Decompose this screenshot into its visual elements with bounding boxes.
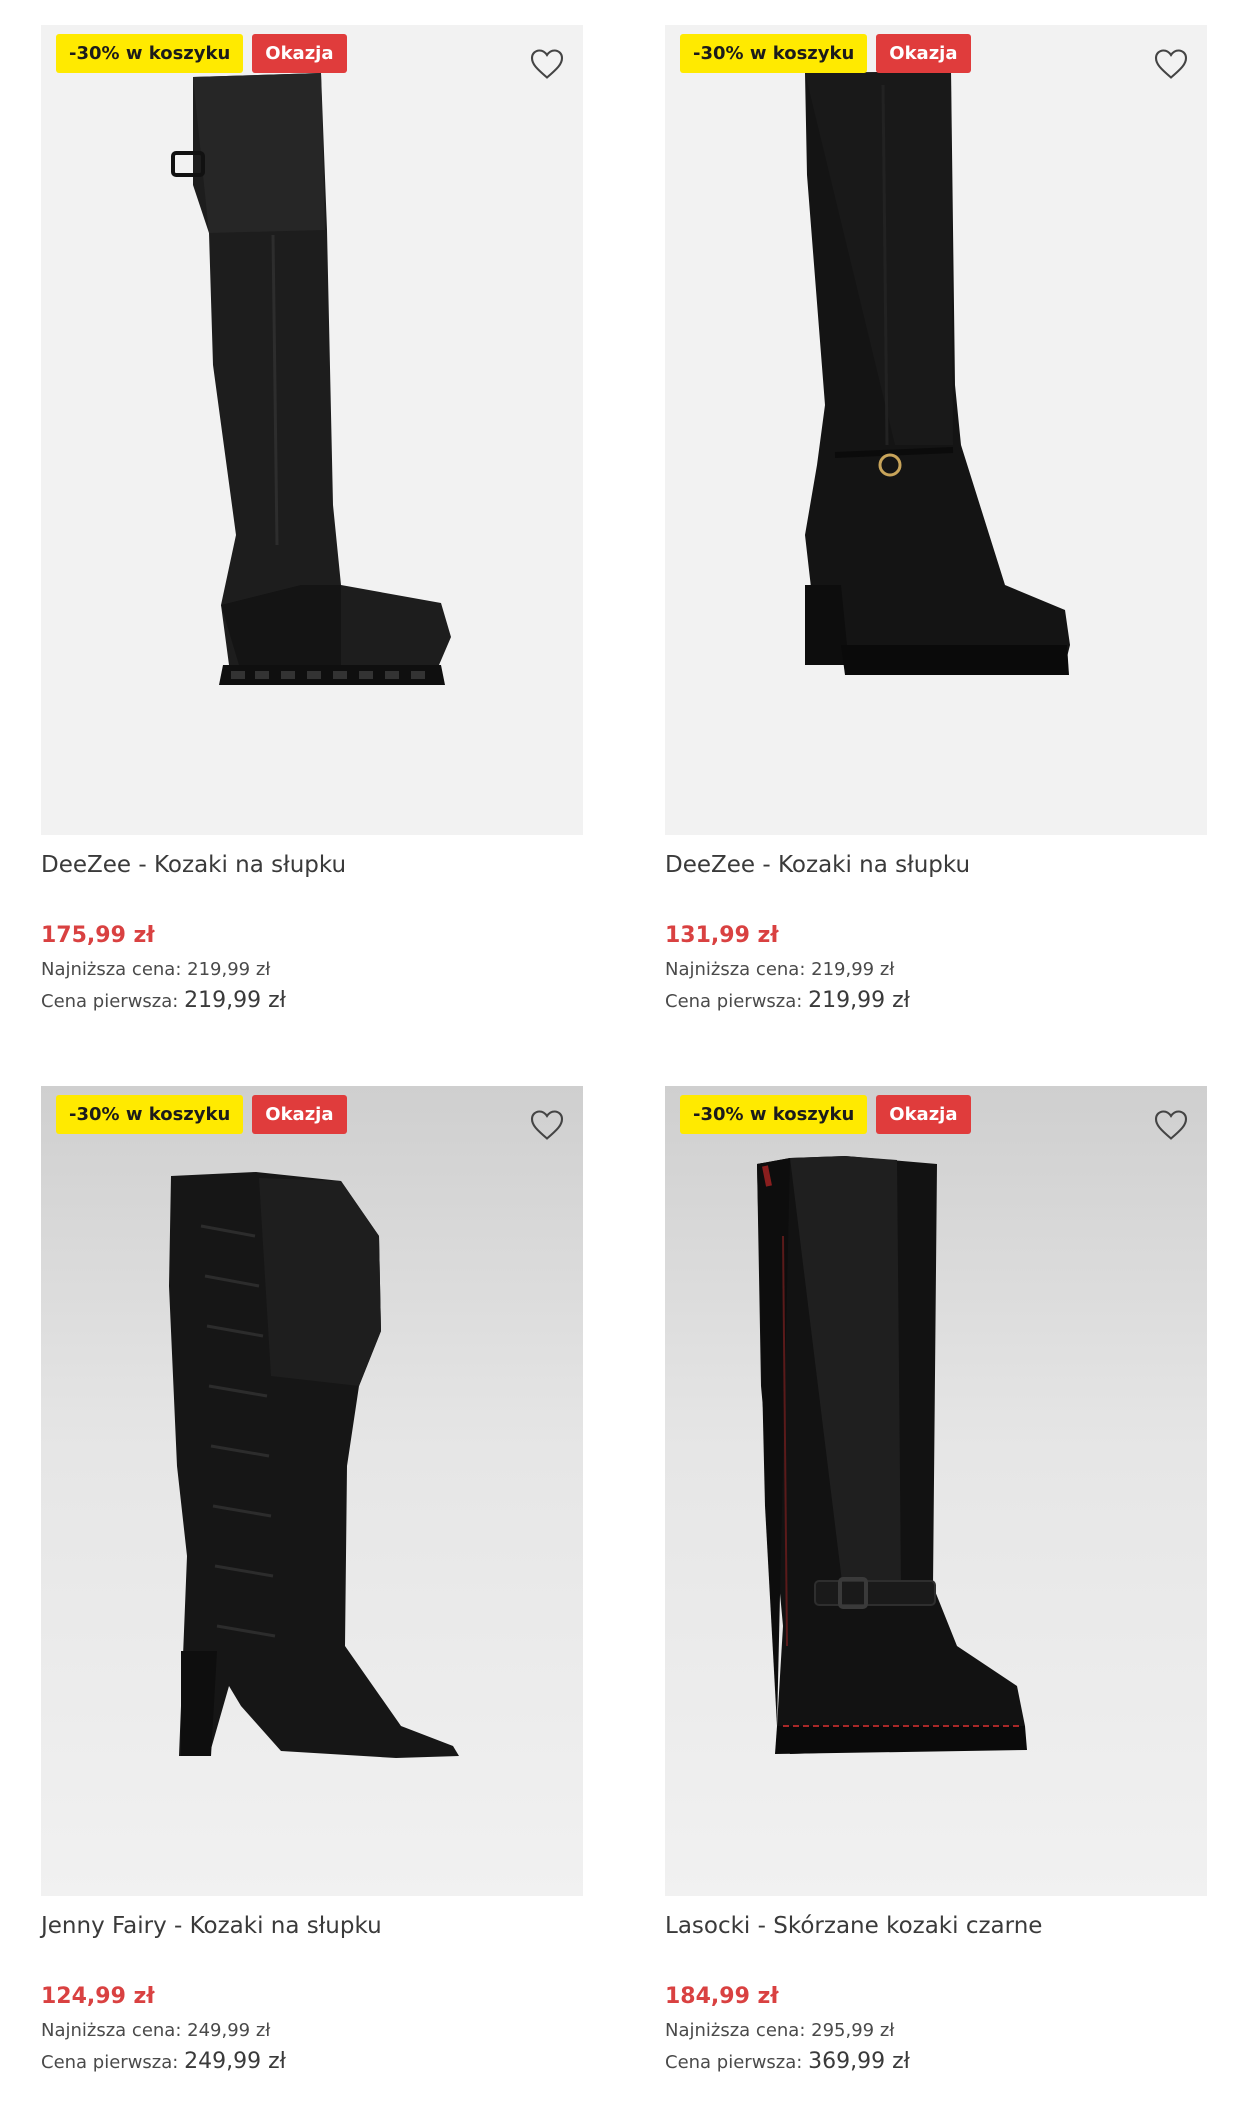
first-price-line: Cena pierwsza: 219,99 zł bbox=[41, 988, 583, 1016]
first-price-value: 369,99 zł bbox=[808, 2049, 910, 2074]
heart-outline-icon bbox=[530, 1110, 564, 1140]
lowest-price-value: 219,99 zł bbox=[811, 959, 895, 980]
product-title[interactable]: DeeZee - Kozaki na słupku bbox=[665, 852, 1207, 882]
first-price-value: 219,99 zł bbox=[184, 988, 286, 1013]
deal-badge: Okazja bbox=[876, 34, 971, 73]
lowest-price-value: 249,99 zł bbox=[187, 2020, 271, 2041]
lowest-price-label: Najniższa cena: bbox=[41, 2020, 182, 2041]
product-card[interactable]: -30% w koszyku Okazja DeeZee - Kozaki na… bbox=[41, 25, 583, 1016]
first-price-line: Cena pierwsza: 249,99 zł bbox=[41, 2049, 583, 2077]
favorite-button[interactable] bbox=[527, 45, 567, 83]
product-image[interactable]: -30% w koszyku Okazja bbox=[41, 25, 583, 835]
lowest-price-line: Najniższa cena: 219,99 zł bbox=[41, 959, 583, 985]
product-title[interactable]: DeeZee - Kozaki na słupku bbox=[41, 852, 583, 882]
deal-badge: Okazja bbox=[252, 34, 347, 73]
promo-badge: -30% w koszyku bbox=[680, 34, 868, 73]
first-price-value: 219,99 zł bbox=[808, 988, 910, 1013]
lowest-price-label: Najniższa cena: bbox=[665, 959, 806, 980]
first-price-label: Cena pierwsza: bbox=[41, 991, 179, 1012]
heart-outline-icon bbox=[530, 49, 564, 79]
first-price-line: Cena pierwsza: 219,99 zł bbox=[665, 988, 1207, 1016]
product-card[interactable]: -30% w koszyku Okazja Jenny Fairy - Koza… bbox=[41, 1086, 583, 2077]
product-card[interactable]: -30% w koszyku Okazja DeeZee - Kozaki na… bbox=[665, 25, 1207, 1016]
product-price: 124,99 zł bbox=[41, 1984, 155, 2009]
first-price-line: Cena pierwsza: 369,99 zł bbox=[665, 2049, 1207, 2077]
favorite-button[interactable] bbox=[527, 1106, 567, 1144]
product-image[interactable]: -30% w koszyku Okazja bbox=[665, 25, 1207, 835]
lowest-price-line: Najniższa cena: 219,99 zł bbox=[665, 959, 1207, 985]
first-price-label: Cena pierwsza: bbox=[665, 2052, 803, 2073]
product-image[interactable]: -30% w koszyku Okazja bbox=[665, 1086, 1207, 1896]
deal-badge: Okazja bbox=[252, 1095, 347, 1134]
product-card[interactable]: -30% w koszyku Okazja Lasocki - Skórzane… bbox=[665, 1086, 1207, 2077]
product-price: 184,99 zł bbox=[665, 1984, 779, 2009]
first-price-value: 249,99 zł bbox=[184, 2049, 286, 2074]
favorite-button[interactable] bbox=[1151, 1106, 1191, 1144]
heart-outline-icon bbox=[1154, 49, 1188, 79]
over-knee-boot-image bbox=[171, 73, 451, 685]
knee-high-block-heel-boot-image bbox=[805, 71, 1070, 675]
leather-riding-boot-image bbox=[757, 1156, 1027, 1754]
lowest-price-line: Najniższa cena: 295,99 zł bbox=[665, 2020, 1207, 2046]
suede-fringe-boot-image bbox=[169, 1172, 459, 1758]
deal-badge: Okazja bbox=[876, 1095, 971, 1134]
first-price-label: Cena pierwsza: bbox=[41, 2052, 179, 2073]
lowest-price-value: 295,99 zł bbox=[811, 2020, 895, 2041]
promo-badge: -30% w koszyku bbox=[56, 1095, 244, 1134]
product-image[interactable]: -30% w koszyku Okazja bbox=[41, 1086, 583, 1896]
product-title[interactable]: Lasocki - Skórzane kozaki czarne bbox=[665, 1913, 1207, 1943]
product-title[interactable]: Jenny Fairy - Kozaki na słupku bbox=[41, 1913, 583, 1943]
first-price-label: Cena pierwsza: bbox=[665, 991, 803, 1012]
promo-badge: -30% w koszyku bbox=[56, 34, 244, 73]
lowest-price-label: Najniższa cena: bbox=[665, 2020, 806, 2041]
lowest-price-value: 219,99 zł bbox=[187, 959, 271, 980]
heart-outline-icon bbox=[1154, 1110, 1188, 1140]
lowest-price-label: Najniższa cena: bbox=[41, 959, 182, 980]
product-price: 131,99 zł bbox=[665, 923, 779, 948]
product-price: 175,99 zł bbox=[41, 923, 155, 948]
favorite-button[interactable] bbox=[1151, 45, 1191, 83]
lowest-price-line: Najniższa cena: 249,99 zł bbox=[41, 2020, 583, 2046]
promo-badge: -30% w koszyku bbox=[680, 1095, 868, 1134]
